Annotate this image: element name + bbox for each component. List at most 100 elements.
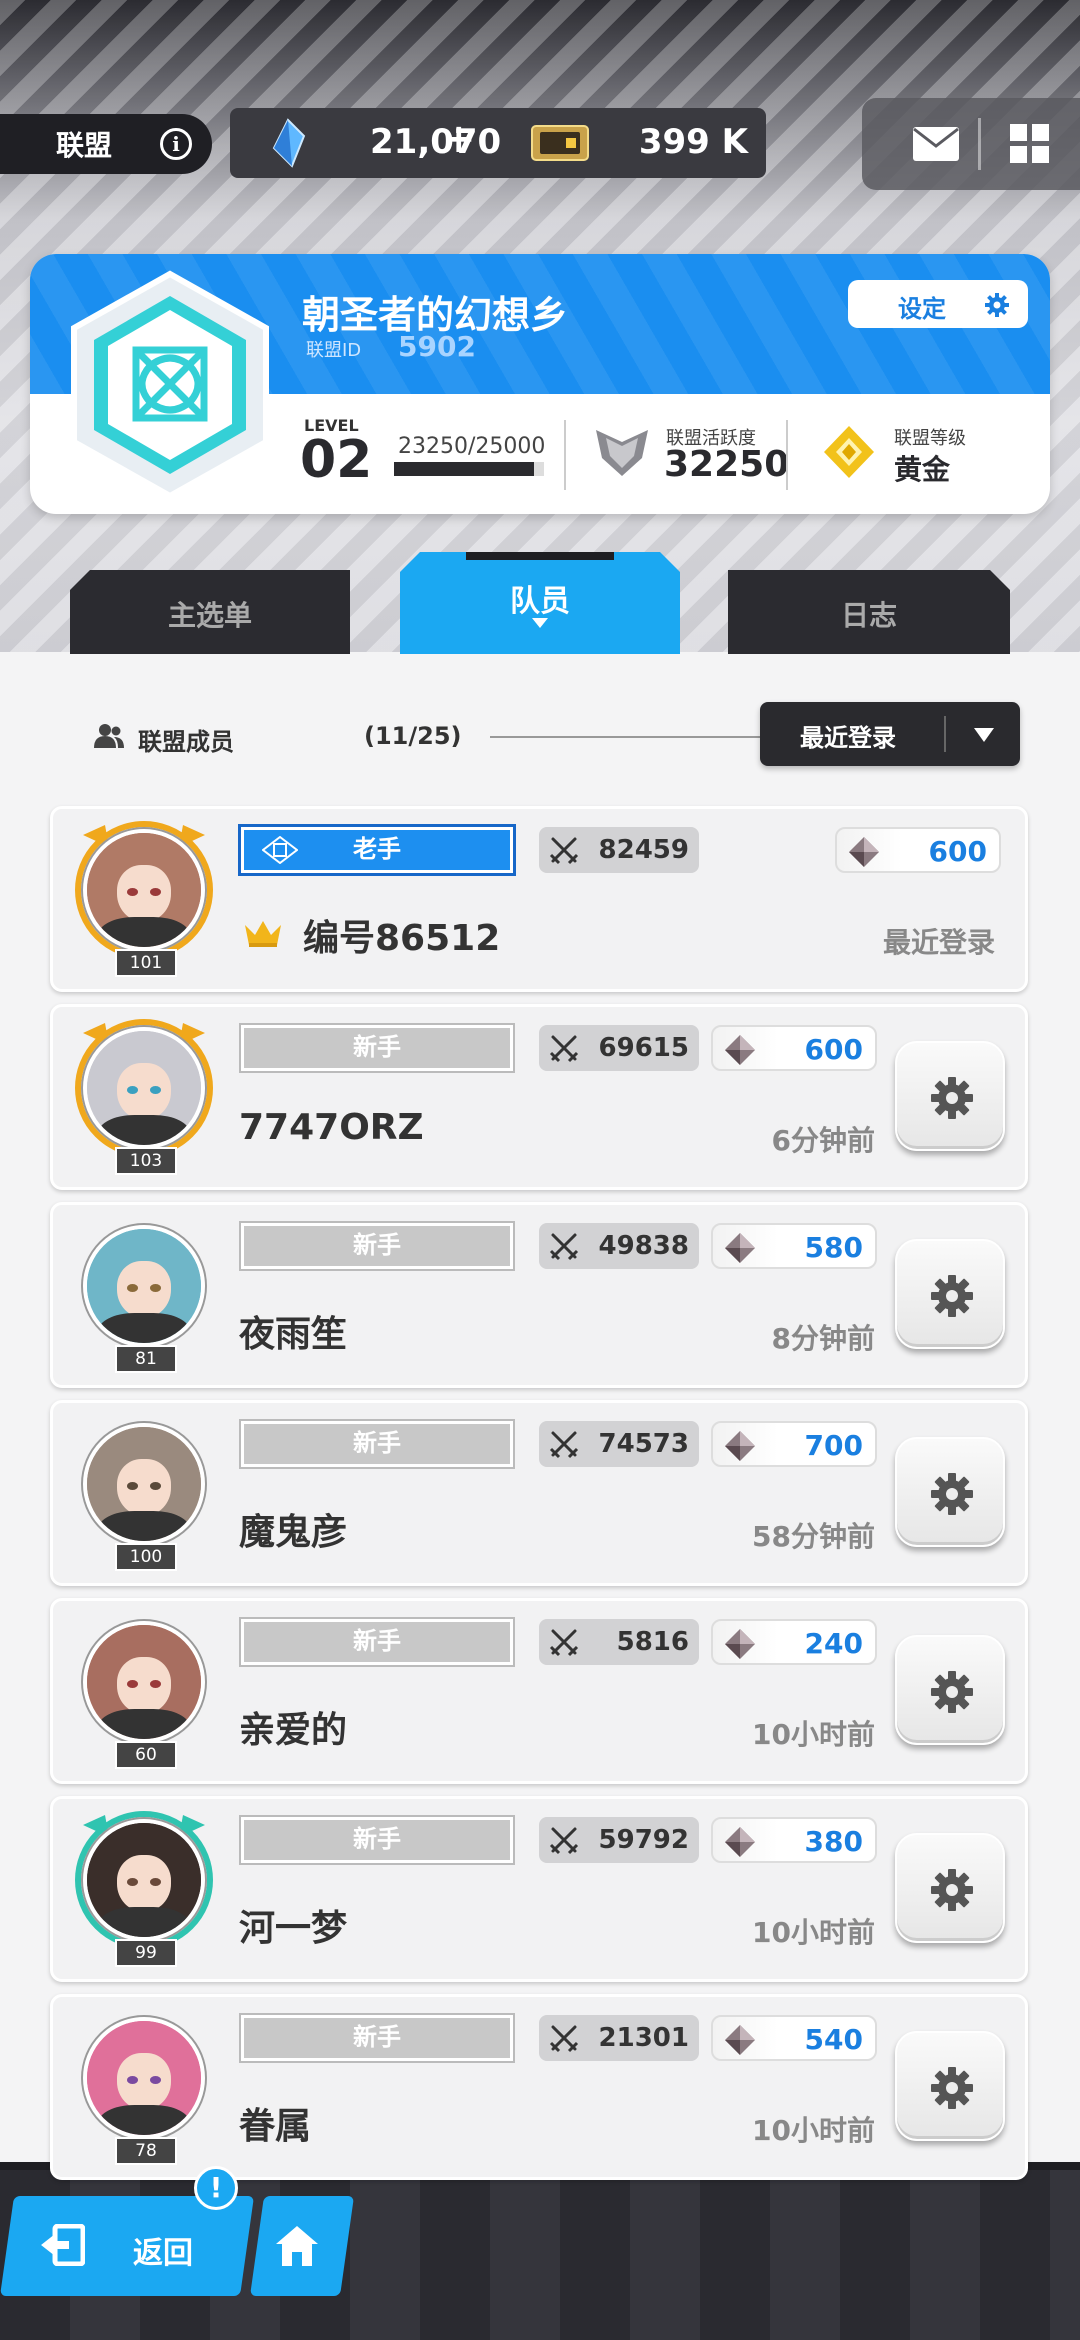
contribution-value: 240: [804, 1627, 863, 1660]
member-name: 亲爱的: [239, 1710, 348, 1751]
tab-label: 主选单: [167, 599, 252, 632]
avatar-portrait: [83, 1819, 205, 1941]
back-label: 返回: [133, 2236, 194, 2271]
avatar-body: [98, 917, 190, 947]
combat-power: 5816: [616, 1627, 689, 1657]
alliance-level: 02: [300, 430, 373, 490]
member-row[interactable]: 99 新手 59792 380 河一梦 10小时前: [50, 1796, 1028, 1982]
info-icon[interactable]: i: [160, 128, 192, 160]
crossed-swords-icon: [549, 1827, 579, 1855]
tab-members[interactable]: 队员: [400, 552, 680, 654]
gear-icon: [985, 293, 1009, 317]
grid-menu-icon[interactable]: [1010, 124, 1050, 164]
members-count: (11/25): [364, 722, 462, 750]
avatar[interactable]: 100: [75, 1415, 213, 1571]
member-settings-button[interactable]: [895, 1041, 1005, 1151]
crown-icon: [245, 921, 281, 947]
gem-icon: [725, 1827, 755, 1857]
role-label: 新手: [353, 2023, 401, 2051]
avatar-eye: [126, 887, 139, 896]
gear-icon: [931, 1671, 973, 1713]
member-settings-button[interactable]: [895, 1239, 1005, 1349]
contribution-box: 700: [711, 1421, 877, 1467]
last-login: 10小时前: [752, 1718, 875, 1751]
role-label: 新手: [353, 1231, 401, 1259]
activity-shield-icon: [596, 430, 648, 476]
rank-label: 联盟等级: [894, 428, 966, 449]
tab-notch: [466, 552, 614, 560]
crystal-amount: 21,070: [370, 122, 502, 162]
role-label: 老手: [353, 835, 401, 863]
crossed-swords-icon: [549, 1233, 579, 1261]
home-icon[interactable]: [274, 2224, 320, 2268]
rank-value: 黄金: [894, 453, 951, 486]
contribution-value: 600: [928, 835, 987, 868]
crossed-swords-icon: [549, 1431, 579, 1459]
add-crystal-button[interactable]: +: [442, 116, 476, 162]
avatar-face: [116, 1854, 172, 1912]
combat-power-box: 82459: [539, 827, 699, 873]
alliance-title: 联盟: [56, 129, 113, 162]
tab-log[interactable]: 日志: [728, 570, 1010, 654]
contribution-value: 540: [804, 2023, 863, 2056]
avatar-eye: [149, 2075, 162, 2084]
gear-icon: [931, 1869, 973, 1911]
contribution-value: 580: [804, 1231, 863, 1264]
member-role-badge: 新手: [241, 1817, 513, 1863]
player-level-badge: 101: [115, 949, 177, 977]
member-row[interactable]: 101 老手 82459 600 编号86512 最近登录: [50, 806, 1028, 992]
alliance-info-card: 朝圣者的幻想乡 联盟ID 5902 设定 LEVEL 02 23250/2500…: [30, 254, 1050, 514]
crossed-swords-icon: [549, 1629, 579, 1657]
avatar-face: [116, 1062, 172, 1120]
alliance-id-label: 联盟ID: [306, 340, 362, 361]
member-role-badge: 新手: [241, 1619, 513, 1665]
member-role-badge: 新手: [241, 1421, 513, 1467]
member-settings-button[interactable]: [895, 1635, 1005, 1745]
member-row[interactable]: 103 新手 69615 600 7747ORZ 6分钟前: [50, 1004, 1028, 1190]
avatar-eye: [126, 1679, 139, 1688]
avatar-body: [98, 1511, 190, 1541]
avatar[interactable]: 81: [75, 1217, 213, 1373]
member-settings-button[interactable]: [895, 1833, 1005, 1943]
avatar[interactable]: 103: [75, 1019, 213, 1175]
tab-main-menu[interactable]: 主选单: [70, 570, 350, 654]
member-row[interactable]: 81 新手 49838 580 夜雨笙 8分钟前: [50, 1202, 1028, 1388]
alliance-settings-button[interactable]: 设定: [848, 280, 1028, 328]
member-row[interactable]: 78 新手 21301 540 眷属 10小时前: [50, 1994, 1028, 2180]
last-login: 58分钟前: [752, 1520, 875, 1553]
avatar-face: [116, 1656, 172, 1714]
avatar[interactable]: 60: [75, 1613, 213, 1769]
ticket-amount: 399 K: [638, 122, 748, 162]
avatar[interactable]: 99: [75, 1811, 213, 1967]
top-right-menu: [862, 98, 1080, 190]
contribution-box: 380: [711, 1817, 877, 1863]
role-label: 新手: [353, 1627, 401, 1655]
member-settings-button[interactable]: [895, 1437, 1005, 1547]
gem-icon: [725, 1233, 755, 1263]
avatar-body: [98, 1115, 190, 1145]
sort-dropdown[interactable]: 最近登录: [760, 702, 1020, 766]
member-settings-button[interactable]: [895, 2031, 1005, 2141]
contribution-box: 600: [711, 1025, 877, 1071]
combat-power: 69615: [598, 1033, 689, 1063]
crossed-swords-icon: [549, 2025, 579, 2053]
alliance-emblem: [71, 270, 269, 500]
menu-divider: [978, 118, 981, 170]
member-row[interactable]: 100 新手 74573 700 魔鬼彦 58分钟前: [50, 1400, 1028, 1586]
avatar[interactable]: 101: [75, 821, 213, 977]
alliance-exp: 23250/25000: [398, 434, 546, 459]
member-row[interactable]: 60 新手 5816 240 亲爱的 10小时前: [50, 1598, 1028, 1784]
avatar-eye: [126, 1085, 139, 1094]
avatar[interactable]: 78: [75, 2009, 213, 2165]
back-button[interactable]: 返回: [0, 2196, 255, 2296]
combat-power-box: 5816: [539, 1619, 699, 1665]
avatar-body: [98, 1907, 190, 1937]
members-label: 联盟成员: [138, 728, 234, 756]
mail-icon[interactable]: [912, 126, 960, 162]
last-login: 10小时前: [752, 2114, 875, 2147]
role-label: 新手: [353, 1033, 401, 1061]
member-name: 魔鬼彦: [239, 1512, 348, 1553]
contribution-box: 540: [711, 2015, 877, 2061]
gem-icon: [849, 837, 879, 867]
combat-power: 21301: [598, 2023, 689, 2053]
